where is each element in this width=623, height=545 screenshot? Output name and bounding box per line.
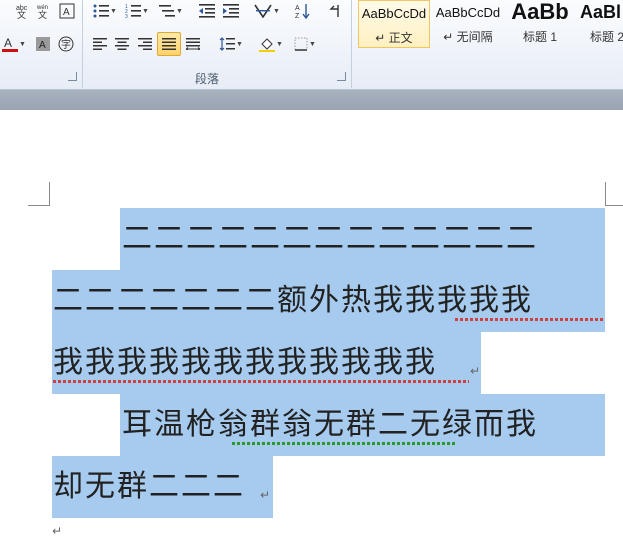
svg-text:A: A (39, 40, 46, 51)
justify-icon (162, 38, 176, 50)
phonetic-guide-button[interactable]: abc 文 (14, 2, 32, 20)
font-color-icon: A (2, 36, 19, 52)
character-border-button[interactable]: A (58, 2, 76, 20)
numbering-button[interactable]: 123 ▼ (122, 2, 152, 20)
watermark-text: 经验者 (537, 490, 574, 504)
spelling-error-underline (455, 318, 605, 321)
increase-indent-button[interactable] (220, 2, 242, 20)
style-preview: AaBb (511, 0, 569, 24)
group-separator (82, 0, 83, 88)
align-right-icon (138, 38, 152, 50)
align-left-button[interactable] (90, 34, 110, 54)
paragraph-2-line-2: 却无群二二二 (53, 469, 245, 504)
style-preview: AaBl (580, 1, 622, 22)
paragraph-dialog-launcher[interactable] (337, 72, 346, 81)
pinyin-button[interactable]: wén 文 (35, 2, 53, 20)
phonetic-guide-icon: abc文 (16, 5, 28, 19)
svg-text:A: A (4, 36, 12, 50)
svg-text:文: 文 (17, 9, 26, 19)
align-center-button[interactable] (112, 34, 132, 54)
align-right-button[interactable] (135, 34, 155, 54)
style-name: 标题 2 (590, 30, 623, 44)
justify-button[interactable] (157, 32, 181, 56)
svg-text:Z: Z (295, 13, 300, 19)
font-color-button[interactable]: A ▼ (0, 34, 28, 54)
style-heading-1[interactable]: AaBb 标题 1 (506, 0, 574, 48)
svg-text:S: S (524, 492, 530, 502)
ribbon: abc 文 wén 文 A A ▼ A 字 ▼ 123 ▼ ▼ ▼ AZ ▼ ▼… (0, 0, 623, 90)
paragraph-mark: ↵ (52, 524, 63, 538)
paragraph-mark: ↵ (260, 488, 271, 502)
sort-button[interactable]: AZ (292, 2, 314, 20)
svg-text:文: 文 (38, 9, 47, 19)
multilevel-list-icon (159, 5, 176, 17)
paragraph-2-line-1: 耳温枪翁群翁无群二无绿而我 (122, 407, 538, 442)
distributed-button[interactable] (183, 34, 203, 54)
paragraph-1-line-3: 我我我我我我我我我我我我 (53, 345, 437, 380)
paragraph-mark: ↵ (470, 364, 481, 378)
line-spacing-button[interactable]: ▼ (216, 34, 246, 54)
bullets-button[interactable]: ▼ (90, 2, 120, 20)
numbering-icon: 123 (125, 4, 142, 18)
style-name: 标题 1 (522, 30, 557, 44)
multilevel-list-button[interactable]: ▼ (156, 2, 186, 20)
align-center-icon (115, 38, 129, 50)
style-name: ↵ 正文 (375, 31, 413, 45)
style-normal[interactable]: AaBbCcDd ↵ 正文 (358, 0, 430, 48)
style-heading-2[interactable]: AaBl 标题 2 (576, 0, 623, 48)
enclose-characters-button[interactable]: 字 (56, 34, 76, 54)
pinyin-icon: wén文 (36, 5, 48, 19)
show-hide-marks-button[interactable] (324, 2, 346, 20)
group-separator (351, 0, 352, 88)
enclose-characters-icon: 字 (58, 36, 74, 52)
paragraph-1-line-1: 二二二二二二二二二二二二二 (122, 221, 538, 256)
character-shading-button[interactable]: A (34, 34, 52, 54)
decrease-indent-icon (199, 4, 215, 18)
paragraph-1-line-2: 二二二二二二二额外热我我我我我 (53, 283, 533, 318)
top-left-margin-mark (28, 182, 50, 206)
character-shading-icon: A (36, 37, 50, 51)
spelling-error-underline (53, 380, 469, 383)
top-right-margin-mark (605, 182, 623, 206)
ribbon-bottom-strip (0, 90, 623, 110)
borders-icon (294, 37, 308, 51)
watermark-logo-icon: S (520, 489, 534, 504)
svg-text:A: A (63, 7, 70, 18)
style-preview: AaBbCcDd (435, 4, 501, 20)
svg-text:字: 字 (61, 38, 71, 51)
paragraph-group-label: 段落 (195, 72, 220, 86)
character-border-icon: A (59, 3, 75, 19)
chinese-layout-button[interactable]: ▼ (252, 2, 282, 20)
style-preview: AaBbCcDd (361, 5, 427, 21)
style-name: ↵ 无间隔 (443, 30, 493, 44)
grammar-error-underline (232, 442, 457, 445)
sort-icon: AZ (295, 4, 310, 19)
svg-text:3: 3 (125, 14, 128, 18)
align-left-icon (93, 38, 107, 50)
bullets-icon (93, 4, 110, 18)
decrease-indent-button[interactable] (196, 2, 218, 20)
increase-indent-icon (223, 4, 239, 18)
pilcrow-toggle-icon (329, 5, 339, 17)
font-dialog-launcher[interactable] (68, 72, 77, 81)
style-no-spacing[interactable]: AaBbCcDd ↵ 无间隔 (432, 0, 504, 48)
borders-button[interactable]: ▼ (290, 34, 320, 54)
shading-button[interactable]: ▼ (256, 34, 286, 54)
distributed-icon (186, 38, 200, 50)
line-spacing-icon (219, 37, 236, 51)
document-page[interactable]: 二二二二二二二二二二二二二 二二二二二二二额外热我我我我我 我我我我我我我我我我… (0, 110, 623, 545)
watermark: S 经验者 (520, 488, 573, 505)
svg-text:A: A (295, 5, 300, 12)
paint-bucket-icon (259, 38, 276, 52)
chinese-layout-icon (254, 4, 272, 18)
